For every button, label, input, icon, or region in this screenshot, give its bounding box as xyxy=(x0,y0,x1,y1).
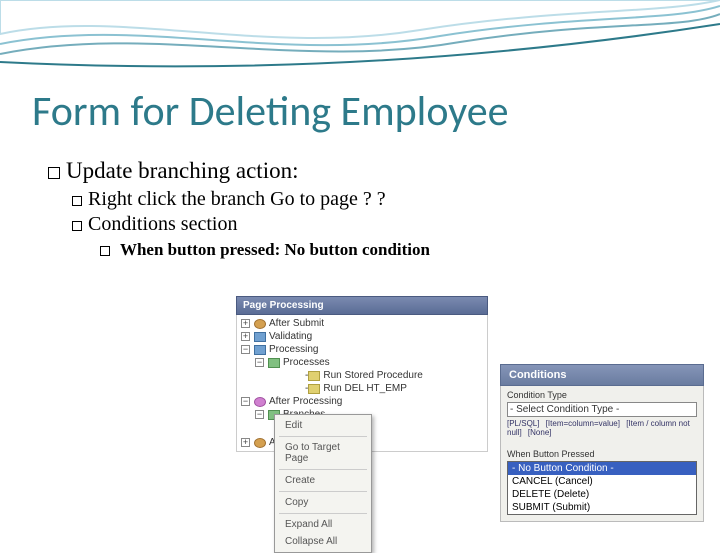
link-none[interactable]: [None] xyxy=(528,428,552,437)
tree-node-processes[interactable]: −Processes xyxy=(241,356,487,369)
tree-node-validating[interactable]: +Validating xyxy=(241,330,487,343)
tree-node-run-sp[interactable]: - Run Stored Procedure xyxy=(241,369,487,382)
when-button-pressed-list[interactable]: - No Button Condition - CANCEL (Cancel) … xyxy=(507,461,697,515)
option-delete[interactable]: DELETE (Delete) xyxy=(508,488,696,501)
conditions-header: Conditions xyxy=(500,364,704,386)
condition-type-label: Condition Type xyxy=(507,390,697,400)
tree-node-after-submit[interactable]: +After Submit xyxy=(241,317,487,330)
tree-header: Page Processing xyxy=(236,296,488,315)
bullet-level2: Right click the branch Go to page ? ? xyxy=(72,188,648,211)
slide-wave-decoration xyxy=(0,0,720,80)
bullet-level2: Conditions section xyxy=(72,213,648,236)
menu-item-create[interactable]: Create xyxy=(275,472,371,489)
option-cancel[interactable]: CANCEL (Cancel) xyxy=(508,475,696,488)
bullet-level3: When button pressed: No button condition xyxy=(100,240,648,260)
link-item-value[interactable]: [Item=column=value] xyxy=(546,419,620,428)
tree-node-run-del[interactable]: - Run DEL HT_EMP xyxy=(241,382,487,395)
menu-item-collapse-all[interactable]: Collapse All xyxy=(275,533,371,550)
condition-quick-links: [PL/SQL] [Item=column=value] [Item / col… xyxy=(507,419,697,437)
menu-item-edit[interactable]: Edit xyxy=(275,417,371,434)
link-plsql[interactable]: [PL/SQL] xyxy=(507,419,539,428)
condition-type-select[interactable]: - Select Condition Type - xyxy=(507,402,697,417)
menu-item-copy[interactable]: Copy xyxy=(275,494,371,511)
when-button-pressed-label: When Button Pressed xyxy=(507,449,697,459)
tree-node-processing[interactable]: −Processing xyxy=(241,343,487,356)
embedded-screenshot: Page Processing +After Submit +Validatin… xyxy=(236,296,704,510)
context-menu: Edit Go to Target Page Create Copy Expan… xyxy=(274,414,372,553)
menu-item-go-to-target[interactable]: Go to Target Page xyxy=(275,439,371,467)
option-no-button-condition[interactable]: - No Button Condition - xyxy=(508,462,696,475)
conditions-panel: Conditions Condition Type - Select Condi… xyxy=(500,364,704,522)
tree-node-after-processing[interactable]: −After Processing xyxy=(241,395,487,408)
option-submit[interactable]: SUBMIT (Submit) xyxy=(508,501,696,514)
slide-title: Form for Deleting Employee xyxy=(32,86,509,137)
bullet-level1: Update branching action: xyxy=(48,158,648,184)
bullet-list: Update branching action: Right click the… xyxy=(48,158,648,260)
menu-item-expand-all[interactable]: Expand All xyxy=(275,516,371,533)
